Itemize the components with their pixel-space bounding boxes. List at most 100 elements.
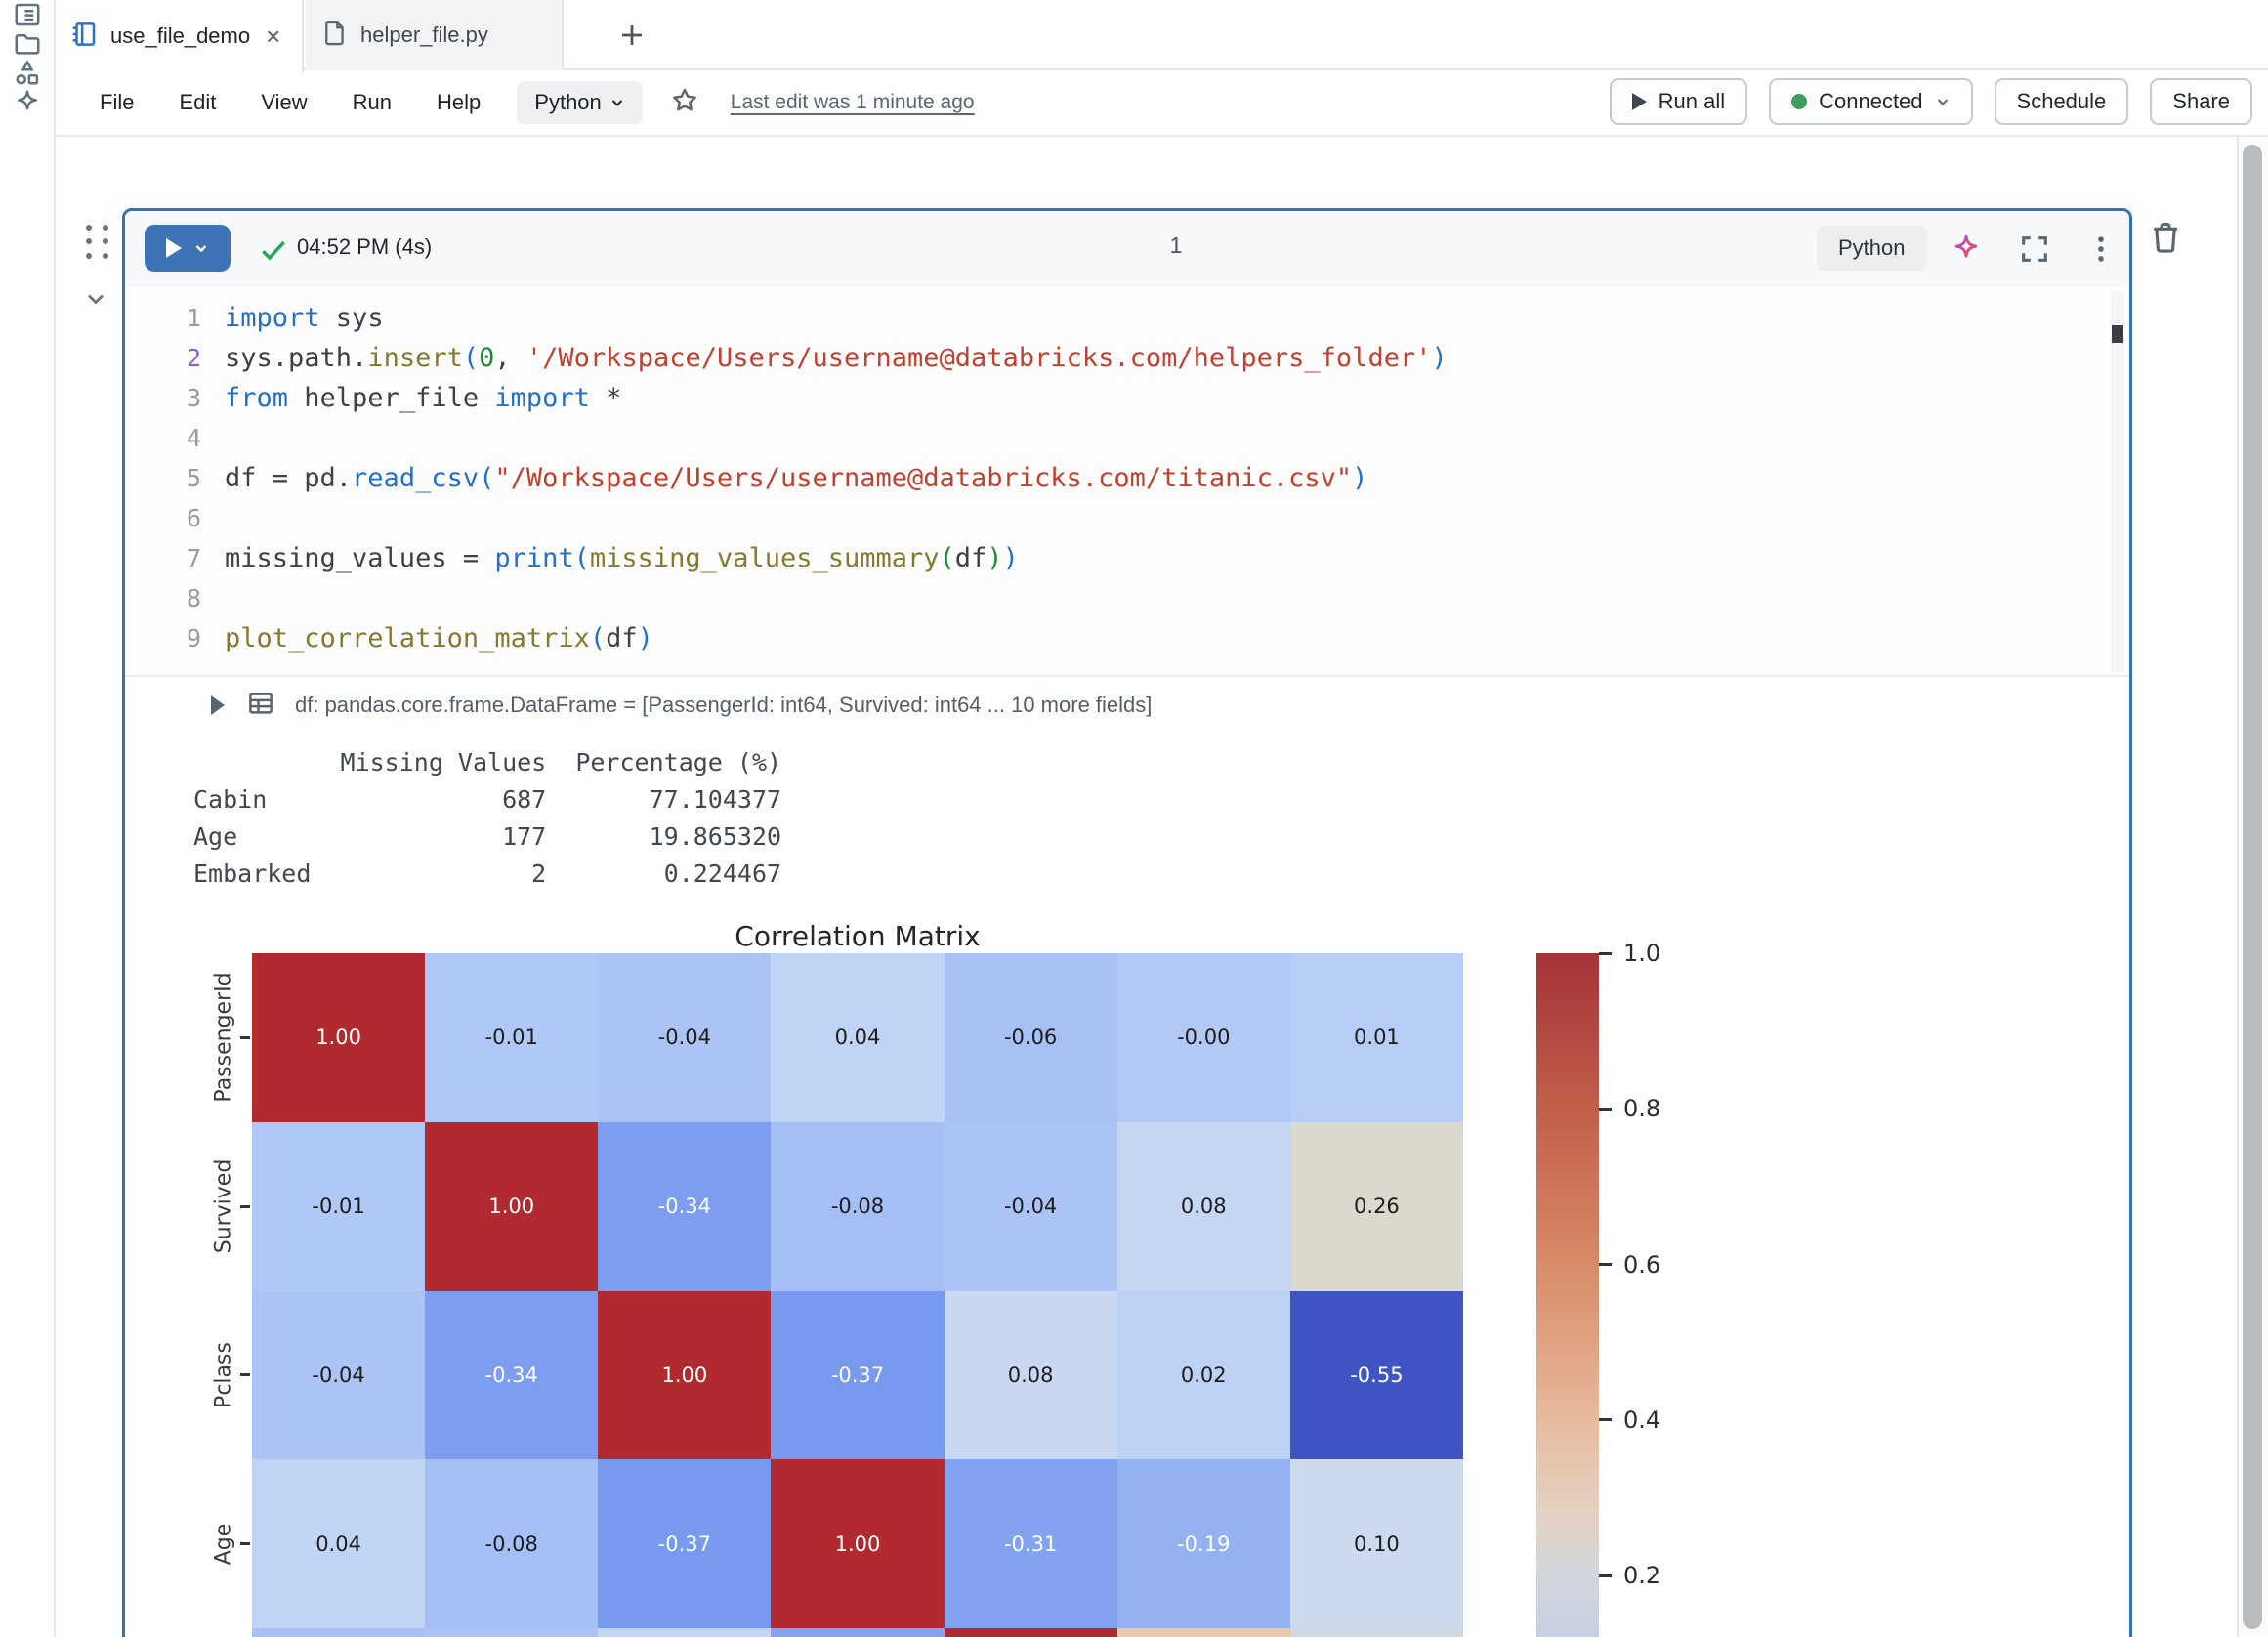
line-number: 7: [125, 544, 201, 572]
code-line[interactable]: 4: [125, 418, 2129, 458]
cluster-connected-dropdown[interactable]: Connected: [1769, 78, 1972, 125]
file-icon: [321, 20, 349, 52]
correlation-heatmap: 1.00-0.01-0.040.04-0.06-0.000.01-0.011.0…: [252, 953, 1463, 1637]
shapes-icon[interactable]: [13, 59, 42, 88]
code-line[interactable]: 9plot_correlation_matrix(df): [125, 618, 2129, 658]
heatmap-cell: 1.00: [598, 1291, 771, 1460]
heatmap-cell: 0.08: [945, 1291, 1117, 1460]
folder-icon[interactable]: [13, 29, 42, 59]
line-number: 6: [125, 504, 201, 532]
line-number: 2: [125, 344, 201, 372]
close-tab-icon[interactable]: ×: [266, 23, 280, 49]
heatmap-cell: [1290, 1628, 1463, 1637]
assistant-sparkle-icon[interactable]: [1950, 232, 1983, 266]
axis-tick: [240, 1036, 250, 1039]
menu-edit[interactable]: Edit: [156, 82, 238, 123]
code-line[interactable]: 1import sys: [125, 298, 2129, 338]
heatmap-cell: -0.55: [1290, 1291, 1463, 1460]
heatmap-cell: -0.06: [945, 953, 1117, 1122]
heatmap-cell: -0.08: [771, 1122, 944, 1291]
editor-scrollbar-thumb[interactable]: [2112, 325, 2123, 343]
run-all-button[interactable]: Run all: [1610, 78, 1747, 125]
notebook-icon: [69, 20, 99, 54]
axis-tick: [240, 1205, 250, 1208]
chevron-down-icon: [1935, 94, 1951, 109]
left-rail: [0, 0, 56, 1637]
page-scrollbar[interactable]: [2237, 137, 2268, 1637]
run-all-label: Run all: [1659, 89, 1725, 114]
page-scrollbar-thumb[interactable]: [2243, 145, 2262, 1629]
colorbar-tick-label: 1.0: [1623, 940, 1660, 967]
colorbar-tick: [1599, 1263, 1612, 1266]
tab-use-file-demo[interactable]: use_file_demo ×: [56, 0, 304, 72]
tab-label: helper_file.py: [360, 22, 488, 48]
code-line[interactable]: 6: [125, 498, 2129, 538]
code-line[interactable]: 5df = pd.read_csv("/Workspace/Users/user…: [125, 458, 2129, 498]
axis-tick: [240, 1542, 250, 1545]
heatmap-row-partial: [252, 1628, 1463, 1637]
heatmap-cell: -0.19: [1117, 1459, 1290, 1628]
chevron-down-icon: [193, 240, 209, 256]
heatmap-cell: 0.10: [1290, 1459, 1463, 1628]
table-of-contents-icon[interactable]: [13, 0, 42, 29]
heatmap-cell: [771, 1628, 944, 1637]
cell-drag-handle[interactable]: [86, 225, 113, 262]
heatmap-row: -0.04-0.341.00-0.370.080.02-0.55: [252, 1291, 1463, 1460]
y-axis-label: Age: [212, 1523, 236, 1565]
menu-run[interactable]: Run: [330, 82, 414, 123]
cell-index: 1: [1156, 232, 1196, 259]
dataframe-summary-row: df: pandas.core.frame.DataFrame = [Passe…: [125, 683, 2129, 728]
heatmap-row: 0.04-0.08-0.371.00-0.31-0.190.10: [252, 1459, 1463, 1628]
editor-scrollbar[interactable]: [2111, 291, 2124, 672]
notebook-cell[interactable]: 04:52 PM (4s) 1 Python 1import sys2sys.p…: [122, 208, 2132, 1637]
heatmap-cell: -0.34: [598, 1122, 771, 1291]
cell-run-timestamp: 04:52 PM (4s): [297, 234, 432, 260]
line-number: 9: [125, 624, 201, 652]
run-cell-button[interactable]: [145, 225, 231, 272]
code-line[interactable]: 3from helper_file import *: [125, 378, 2129, 418]
assistant-sparkle-icon[interactable]: [13, 88, 42, 117]
kebab-menu-icon[interactable]: [2084, 232, 2118, 266]
y-axis-label: Survived: [212, 1159, 236, 1254]
colorbar-tick-label: 0.6: [1623, 1251, 1660, 1279]
language-label: Python: [534, 90, 602, 115]
fullscreen-icon[interactable]: [2018, 232, 2051, 266]
heatmap-cell: 0.08: [1117, 1122, 1290, 1291]
menu-view[interactable]: View: [238, 82, 329, 123]
favorite-star-icon[interactable]: [670, 86, 699, 120]
new-tab-button[interactable]: [585, 0, 679, 70]
heatmap-cell: -0.31: [945, 1459, 1117, 1628]
expand-triangle-icon[interactable]: [211, 695, 225, 715]
databricks-notebook-window: use_file_demo × helper_file.py File Edit…: [0, 0, 2268, 1637]
heatmap-row: -0.011.00-0.34-0.08-0.040.080.26: [252, 1122, 1463, 1291]
tab-bar: use_file_demo × helper_file.py: [56, 0, 2268, 70]
tab-helper-file[interactable]: helper_file.py: [306, 0, 564, 70]
code-line[interactable]: 7missing_values = print(missing_values_s…: [125, 538, 2129, 578]
colorbar-tick: [1599, 1108, 1612, 1111]
language-selector[interactable]: Python: [517, 81, 643, 124]
colorbar-tick: [1599, 952, 1612, 955]
code-line[interactable]: 8: [125, 578, 2129, 618]
colorbar-tick-label: 0.8: [1623, 1095, 1660, 1122]
heatmap-cell: -0.34: [425, 1291, 598, 1460]
schedule-label: Schedule: [2017, 89, 2107, 114]
heatmap-cell: -0.01: [252, 1122, 425, 1291]
share-label: Share: [2172, 89, 2230, 114]
heatmap-cell: -0.37: [598, 1459, 771, 1628]
connected-status-dot: [1791, 94, 1807, 109]
code-editor[interactable]: 1import sys2sys.path.insert(0, '/Workspa…: [125, 286, 2129, 675]
code-line[interactable]: 2sys.path.insert(0, '/Workspace/Users/us…: [125, 338, 2129, 378]
menu-help[interactable]: Help: [414, 82, 503, 123]
tab-label: use_file_demo: [110, 23, 250, 49]
collapse-cell-icon[interactable]: [82, 285, 109, 317]
heatmap-cell: -0.04: [945, 1122, 1117, 1291]
table-icon: [246, 689, 275, 723]
share-button[interactable]: Share: [2150, 78, 2252, 125]
schedule-button[interactable]: Schedule: [1995, 78, 2129, 125]
delete-cell-icon[interactable]: [2147, 219, 2184, 261]
menu-file[interactable]: File: [77, 82, 156, 123]
cell-language-badge[interactable]: Python: [1817, 226, 1927, 271]
last-edit-link[interactable]: Last edit was 1 minute ago: [731, 91, 975, 114]
colorbar-tick-label: 0.2: [1623, 1562, 1660, 1589]
play-icon: [166, 238, 182, 258]
